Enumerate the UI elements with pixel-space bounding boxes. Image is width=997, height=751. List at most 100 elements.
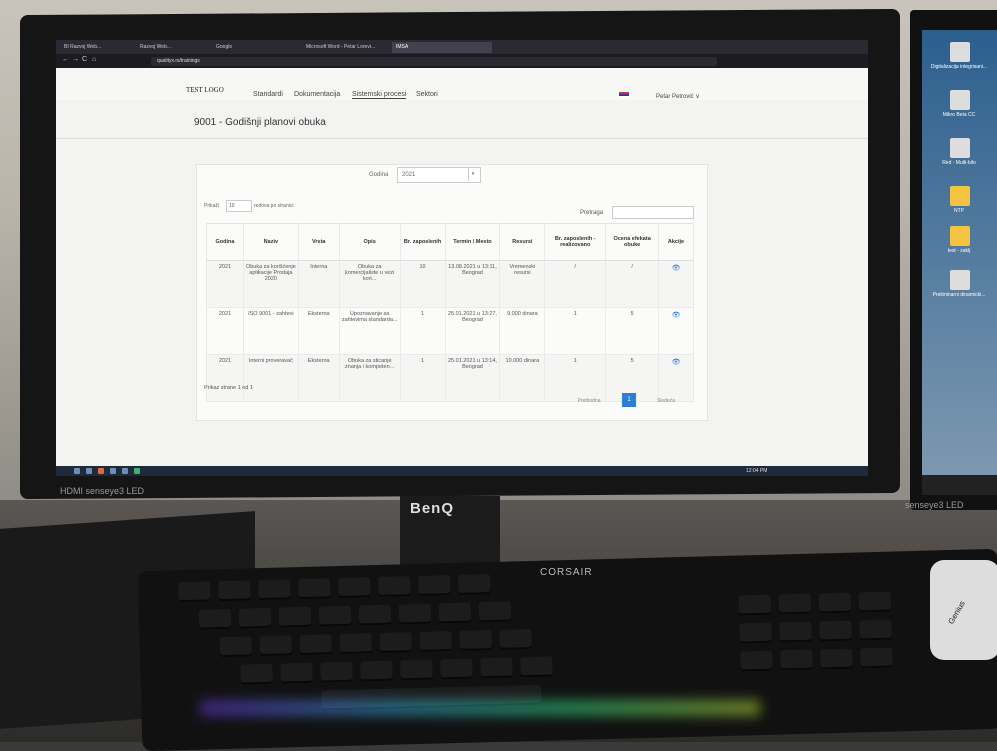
keyboard-key — [379, 632, 413, 653]
view-action[interactable]: 👁 — [658, 260, 694, 308]
cell-year: 2021 — [206, 354, 244, 402]
desktop-icon-label: test - zaklj — [947, 248, 971, 254]
keyboard-key — [398, 603, 432, 625]
app-header — [56, 68, 868, 100]
back-button[interactable]: ← — [62, 56, 69, 63]
cell-name: ISO 9001 - zahtevi — [242, 307, 299, 355]
file-icon — [950, 138, 970, 158]
column-header[interactable]: Godina — [206, 223, 244, 261]
keyboard-key — [320, 661, 353, 683]
keyboard-key — [739, 622, 772, 644]
desktop-icon-label: NTP — [954, 208, 964, 214]
desktop-icon[interactable] — [950, 138, 970, 158]
eye-icon[interactable]: 👁 — [672, 265, 681, 272]
view-action[interactable]: 👁 — [658, 307, 694, 355]
keyboard-key — [779, 621, 812, 643]
keyboard-key — [859, 619, 892, 641]
browser-tab[interactable]: Microsoft Word - Petar Lorevi... — [302, 42, 392, 53]
menu-item-standardi[interactable]: Standardi — [253, 91, 283, 98]
browser-tab-bar: BI Razvoj Web... Razvoj Web... Google Mi… — [56, 40, 868, 54]
firefox-icon[interactable] — [98, 468, 104, 474]
cell-date-place: 13.08.2021 u 13:11, Beograd — [444, 260, 501, 308]
column-header[interactable]: Resursi — [499, 223, 546, 261]
desktop-icon[interactable] — [950, 270, 970, 290]
app-logo[interactable]: TEST LOGO — [186, 86, 224, 94]
table-row: 2021 Interni proveravač Eksterna Obuka z… — [206, 354, 694, 402]
year-filter-label: Godina — [369, 172, 389, 178]
show-entries-suffix: redova po stranici — [254, 203, 294, 209]
table-row: 2021 Obuka za korišćenje aplikacije Prod… — [206, 260, 694, 308]
chrome-icon[interactable] — [134, 468, 140, 474]
search-label: Pretraga — [580, 210, 604, 216]
keyboard-key — [780, 649, 813, 671]
cell-employees: 1 — [399, 307, 446, 355]
keyboard-key — [299, 634, 333, 656]
windows-start-icon[interactable] — [74, 468, 80, 474]
pagination-info: Prikaz strane 1 od 1 — [204, 385, 253, 391]
trainings-table: Godina Naziv Vrsta Opis Br. zaposlenih T… — [206, 223, 694, 402]
desktop-icon-label: Digitalizacija integrisani... — [930, 64, 988, 70]
forward-button[interactable]: → — [72, 56, 79, 63]
menu-item-dokumentacija[interactable]: Dokumentacija — [294, 91, 340, 98]
desktop-icon[interactable] — [950, 186, 970, 206]
column-header[interactable]: Ocena efekata obuke — [605, 223, 660, 261]
browser-tab[interactable]: Razvoj Web... — [136, 42, 212, 53]
keyboard-key — [480, 657, 513, 679]
table-header-row: Godina Naziv Vrsta Opis Br. zaposlenih T… — [206, 223, 694, 261]
per-page-select[interactable]: 10 — [226, 200, 252, 212]
desktop-icon[interactable] — [950, 90, 970, 110]
secondary-monitor-label: senseye3 LED — [905, 500, 964, 510]
keyboard-key — [280, 662, 313, 684]
keyboard-key — [198, 608, 232, 630]
current-page-button[interactable]: 1 — [622, 393, 636, 407]
taskbar-clock[interactable]: 12:04 PM — [746, 466, 767, 476]
menu-item-sistemski-procesi[interactable]: Sistemski procesi — [352, 91, 407, 99]
keyboard-key — [819, 620, 852, 642]
column-header[interactable]: Naziv — [242, 223, 299, 261]
home-button[interactable]: ⌂ — [92, 56, 96, 63]
chevron-down-icon[interactable]: ▾ — [468, 167, 477, 181]
column-header[interactable]: Vrsta — [297, 223, 340, 261]
language-flag-icon[interactable] — [619, 92, 629, 98]
keyboard-rgb-glow — [200, 700, 760, 716]
keyboard-key — [440, 658, 473, 680]
cell-description: Obuka za komercijaliste u vezi kori... — [338, 260, 401, 308]
eye-icon[interactable]: 👁 — [672, 359, 681, 366]
keyboard-key — [778, 593, 812, 615]
taskview-icon[interactable] — [86, 468, 92, 474]
keyboard-key — [818, 592, 852, 614]
explorer-icon[interactable] — [110, 468, 116, 474]
column-header[interactable]: Br. zaposlenih - realizovano — [544, 223, 607, 261]
cell-realized: / — [544, 260, 607, 308]
keyboard-key — [459, 630, 492, 651]
column-header[interactable]: Br. zaposlenih — [399, 223, 446, 261]
computer-mouse — [930, 560, 997, 660]
next-page-button[interactable]: Sledeća — [648, 395, 684, 407]
browser-tab-active[interactable]: IMSA — [392, 42, 492, 53]
desktop-icon-label: Mikro Beta CC — [942, 112, 976, 118]
search-input[interactable] — [612, 206, 694, 219]
browser-tab[interactable]: BI Razvoj Web... — [60, 42, 136, 53]
prev-page-button[interactable]: Prethodna — [568, 395, 610, 407]
main-screen: BI Razvoj Web... Razvoj Web... Google Mi… — [56, 40, 868, 476]
app-icon[interactable] — [122, 468, 128, 474]
keyboard-key — [419, 631, 452, 652]
user-menu[interactable]: Petar Petrović ∨ — [656, 93, 700, 100]
browser-tab[interactable]: Google — [212, 42, 302, 53]
table-row: 2021 ISO 9001 - zahtevi Eksterna Upoznav… — [206, 307, 694, 355]
desktop-icon[interactable] — [950, 226, 970, 246]
keyboard-key — [820, 648, 853, 670]
desktop-icon[interactable] — [950, 42, 970, 62]
keyboard-brand-logo: CORSAIR — [540, 567, 593, 578]
column-header[interactable]: Opis — [338, 223, 401, 261]
keyboard-key — [238, 607, 272, 629]
show-entries-label: Prikaži — [204, 203, 220, 209]
address-bar[interactable]: qualityx.rs/trainings — [151, 57, 717, 66]
eye-icon[interactable]: 👁 — [672, 312, 681, 319]
reload-button[interactable]: C — [82, 56, 87, 63]
column-header[interactable]: Termin / Mesto — [444, 223, 501, 261]
keyboard-key — [338, 577, 371, 599]
cell-rating: / — [605, 260, 660, 308]
menu-item-sektori[interactable]: Sektori — [416, 91, 438, 98]
keyboard-key — [860, 647, 893, 669]
